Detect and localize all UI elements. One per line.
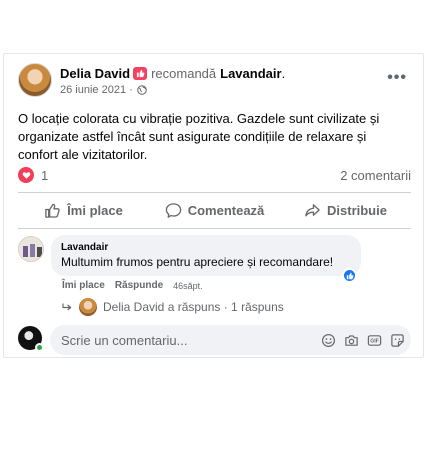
- comment-label: Comentează: [187, 202, 265, 218]
- comment-input[interactable]: Scrie un comentariu... GIF: [50, 325, 411, 355]
- online-status-indicator: [35, 343, 44, 352]
- view-replies-link[interactable]: Delia David a răspuns · 1 răspuns: [62, 298, 284, 316]
- comment-bubble-icon: [165, 202, 181, 218]
- like-label: Îmi place: [67, 202, 123, 218]
- sticker-icon[interactable]: [390, 333, 405, 348]
- svg-text:GIF: GIF: [370, 338, 379, 344]
- more-options-button[interactable]: •••: [387, 70, 407, 86]
- recommend-verb: recomandă: [151, 66, 217, 81]
- share-button[interactable]: Distribuie: [280, 193, 411, 227]
- post-date[interactable]: 26 iunie 2021: [60, 84, 126, 96]
- comment-reply-button[interactable]: Răspunde: [115, 280, 163, 291]
- comment-author[interactable]: Lavandair: [61, 241, 352, 254]
- share-label: Distribuie: [327, 202, 387, 218]
- gif-icon[interactable]: GIF: [367, 333, 382, 348]
- author-name[interactable]: Delia David: [60, 65, 130, 82]
- comment-input-placeholder: Scrie un comentariu...: [61, 332, 188, 348]
- comment-button[interactable]: Comentează: [149, 193, 280, 227]
- reply-arrow-icon: [62, 300, 73, 315]
- like-button[interactable]: Îmi place: [18, 193, 149, 227]
- replies-text: Delia David a răspuns · 1 răspuns: [103, 300, 284, 314]
- comment-input-tools: GIF: [321, 333, 405, 348]
- like-reaction-icon[interactable]: [342, 268, 357, 283]
- camera-icon[interactable]: [344, 333, 359, 348]
- comment-like-button[interactable]: Îmi place: [62, 280, 105, 291]
- recommend-icon: [133, 67, 148, 80]
- reactions-count[interactable]: 1: [41, 168, 48, 183]
- comment-text: Multumim frumos pentru apreciere și reco…: [61, 255, 334, 269]
- post-header: Delia David recomandă Lavandair . 26 iun…: [18, 63, 413, 99]
- post-actions: Îmi place Comentează Distribuie: [18, 193, 411, 227]
- replier-avatar: [79, 298, 97, 316]
- thumbs-up-icon: [45, 203, 60, 218]
- love-reaction-icon[interactable]: [18, 167, 34, 183]
- author-avatar[interactable]: [18, 63, 52, 97]
- globe-icon: [136, 85, 147, 95]
- divider: [18, 228, 411, 229]
- date-separator: ·: [129, 84, 133, 96]
- post-card: Delia David recomandă Lavandair . 26 iun…: [3, 53, 424, 358]
- commenter-avatar[interactable]: [18, 236, 44, 262]
- comment-bubble: Lavandair Multumim frumos pentru aprecie…: [51, 235, 361, 276]
- emoji-icon[interactable]: [321, 333, 336, 348]
- comments-count[interactable]: 2 comentarii: [340, 168, 411, 183]
- write-comment-row: Scrie un comentariu... GIF: [18, 325, 411, 356]
- comment-actions: Îmi place Răspunde 46săpt.: [62, 280, 203, 291]
- comment-timestamp[interactable]: 46săpt.: [173, 281, 203, 291]
- post-stats: 1 2 comentarii: [18, 166, 411, 184]
- share-arrow-icon: [305, 203, 320, 216]
- page-name-link[interactable]: Lavandair: [220, 65, 281, 82]
- header-punctuation: .: [281, 66, 286, 81]
- post-text: O locație colorata cu vibrație pozitiva.…: [18, 111, 380, 162]
